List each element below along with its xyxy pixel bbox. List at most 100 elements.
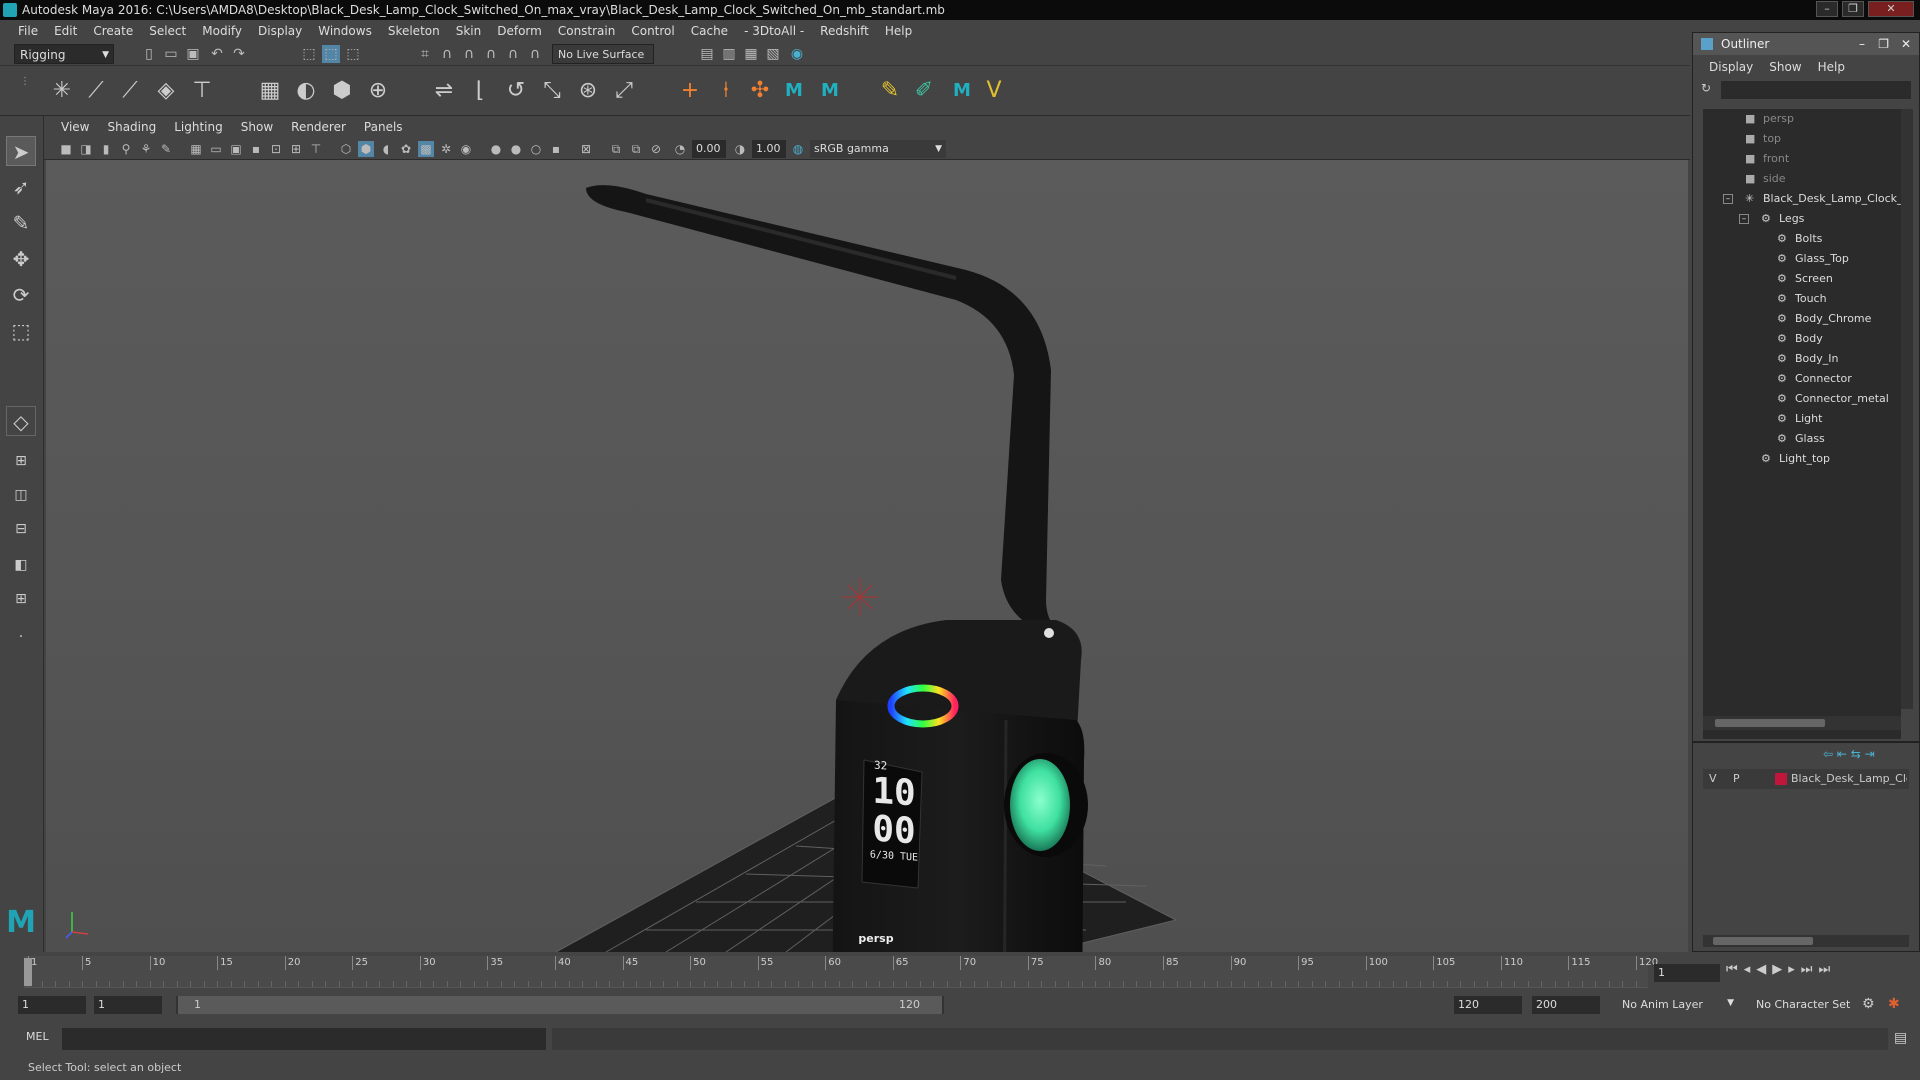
paint-weights-icon[interactable]: ✎ bbox=[876, 74, 904, 108]
screen-ao-icon[interactable]: ◉ bbox=[458, 141, 474, 157]
component-editor-icon[interactable]: ✐ bbox=[910, 74, 938, 108]
pole-vector-icon[interactable]: ⤢ bbox=[610, 74, 638, 108]
grease-pencil-icon[interactable]: ✎ bbox=[158, 141, 174, 157]
snap-curve-icon[interactable]: ∩ bbox=[438, 45, 456, 63]
minimize-button[interactable]: – bbox=[1816, 1, 1838, 17]
xray-icon[interactable]: ⊠ bbox=[578, 141, 594, 157]
render-settings-icon[interactable]: ▤ bbox=[698, 45, 716, 63]
paint-select-icon[interactable]: ✎ bbox=[6, 208, 36, 238]
wireframe-icon[interactable]: ⬡ bbox=[338, 141, 354, 157]
select-component-icon[interactable]: ⬚ bbox=[344, 45, 362, 63]
outliner-maximize-button[interactable]: ❐ bbox=[1878, 33, 1889, 55]
outliner-item[interactable]: ⚙ Glass_Top bbox=[1703, 249, 1901, 269]
depth-of-field-icon[interactable]: ○ bbox=[528, 141, 544, 157]
outliner-filter-input[interactable] bbox=[1721, 81, 1911, 99]
hypershade-icon[interactable]: ◉ bbox=[788, 45, 806, 63]
film-gate-icon[interactable]: ▭ bbox=[208, 141, 224, 157]
menu-create[interactable]: Create bbox=[85, 24, 141, 38]
mirror-joint-icon[interactable]: ◈ bbox=[152, 74, 180, 108]
menu-control[interactable]: Control bbox=[623, 24, 682, 38]
panel-menu-shading[interactable]: Shading bbox=[98, 120, 165, 134]
layer-row[interactable]: V P Black_Desk_Lamp_Cloc bbox=[1703, 769, 1909, 789]
use-lights-icon[interactable]: ▩ bbox=[418, 141, 434, 157]
script-v-icon[interactable]: V bbox=[980, 74, 1008, 108]
range-slider-track[interactable]: 1 120 bbox=[176, 996, 944, 1014]
layer-tools-icon[interactable]: ⇦ ⇤ ⇆ ⇥ bbox=[1823, 747, 1913, 763]
camera-attr-icon[interactable]: ◨ bbox=[78, 141, 94, 157]
cluster-icon[interactable]: ⊕ bbox=[364, 74, 392, 108]
bookmark-icon[interactable]: ▮ bbox=[98, 141, 114, 157]
outliner-menu-display[interactable]: Display bbox=[1701, 60, 1761, 74]
start-time-field[interactable]: 1 bbox=[18, 996, 86, 1014]
outliner-item[interactable]: ✳ – Black_Desk_Lamp_Clock_Sw bbox=[1703, 189, 1901, 209]
outliner-item[interactable]: ■ side bbox=[1703, 169, 1901, 189]
grid-icon[interactable]: ▦ bbox=[188, 141, 204, 157]
maya-script-b-icon[interactable]: M bbox=[816, 74, 844, 108]
maximize-button[interactable]: ❐ bbox=[1842, 1, 1864, 17]
lattice-icon[interactable]: ⬢ bbox=[328, 74, 356, 108]
scroll-thumb[interactable] bbox=[1715, 719, 1825, 727]
select-hierarchy-icon[interactable]: ⬚ bbox=[300, 45, 318, 63]
safe-title-icon[interactable]: ⊤ bbox=[308, 141, 324, 157]
menu-skeleton[interactable]: Skeleton bbox=[380, 24, 448, 38]
outliner-item[interactable]: ⚙ Connector bbox=[1703, 369, 1901, 389]
outliner-item[interactable]: ⚙ Light bbox=[1703, 409, 1901, 429]
outliner-close-button[interactable]: ✕ bbox=[1901, 33, 1911, 55]
layer-playback[interactable]: P bbox=[1733, 769, 1740, 789]
aim-constraint-icon[interactable]: ⊛ bbox=[574, 74, 602, 108]
menu-edit[interactable]: Edit bbox=[46, 24, 85, 38]
lasso-tool-icon[interactable]: ➶ bbox=[6, 172, 36, 202]
menu-modify[interactable]: Modify bbox=[194, 24, 250, 38]
four-view-icon[interactable]: ⊞ bbox=[6, 446, 36, 476]
shelf-options-icon[interactable]: ⋮ bbox=[20, 76, 30, 106]
outliner-item[interactable]: ⚙ Connector_metal bbox=[1703, 389, 1901, 409]
graph-persp-icon[interactable]: ◧ bbox=[6, 550, 36, 580]
field-chart-icon[interactable]: ⊡ bbox=[268, 141, 284, 157]
outliner-item[interactable]: ■ front bbox=[1703, 149, 1901, 169]
move-tool-icon[interactable]: ✥ bbox=[6, 244, 36, 274]
orient-joint-icon[interactable]: ⊤ bbox=[188, 74, 216, 108]
panel-menu-lighting[interactable]: Lighting bbox=[165, 120, 232, 134]
color-space-dropdown[interactable]: sRGB gamma ▼ bbox=[810, 140, 946, 158]
scale-constraint-icon[interactable]: ⤡ bbox=[538, 74, 566, 108]
multisample-icon[interactable]: ● bbox=[508, 141, 524, 157]
more-layouts-icon[interactable]: · bbox=[6, 622, 36, 652]
color-management-icon[interactable]: ◍ bbox=[790, 141, 806, 157]
shadows-icon[interactable]: ✲ bbox=[438, 141, 454, 157]
camera-icon[interactable]: ■ bbox=[58, 141, 74, 157]
outliner-item[interactable]: ⚙ Body bbox=[1703, 329, 1901, 349]
layer-color-swatch[interactable] bbox=[1775, 773, 1787, 785]
outliner-item[interactable]: ⚙ Touch bbox=[1703, 289, 1901, 309]
select-tool-icon[interactable]: ➤ bbox=[6, 136, 36, 166]
command-input[interactable] bbox=[62, 1028, 546, 1050]
menu-display[interactable]: Display bbox=[250, 24, 310, 38]
point-constraint-icon[interactable]: ⌊ bbox=[466, 74, 494, 108]
gate-mask-icon[interactable]: ▪ bbox=[248, 141, 264, 157]
wire-on-shaded-icon[interactable]: ◖ bbox=[378, 141, 394, 157]
playback-start-field[interactable]: 1 bbox=[94, 996, 162, 1014]
safe-action-icon[interactable]: ⊞ bbox=[288, 141, 304, 157]
outliner-menu-help[interactable]: Help bbox=[1810, 60, 1853, 74]
time-ticks[interactable]: 1 5 10 15 20 25 30 35 40 45 50 55 60 65 70 75 80 85 90 95 10… bbox=[24, 956, 1658, 988]
scale-tool-icon[interactable]: ⬚ bbox=[6, 316, 36, 346]
outliner-minimize-button[interactable]: – bbox=[1859, 33, 1865, 55]
menu-help[interactable]: Help bbox=[877, 24, 920, 38]
render-frame-icon[interactable]: ▥ bbox=[720, 45, 738, 63]
menu-3dtoall[interactable]: - 3DtoAll - bbox=[736, 24, 812, 38]
xray-joints-icon[interactable]: ⧉ bbox=[608, 141, 624, 157]
smooth-bind-icon[interactable]: ◐ bbox=[292, 74, 320, 108]
snap-surface-icon[interactable]: ∩ bbox=[504, 45, 522, 63]
scroll-thumb[interactable] bbox=[1713, 937, 1813, 945]
menu-redshift[interactable]: Redshift bbox=[812, 24, 877, 38]
menu-windows[interactable]: Windows bbox=[310, 24, 380, 38]
mel-label[interactable]: MEL bbox=[26, 1030, 56, 1048]
outliner-item[interactable]: ⚙ Body_Chrome bbox=[1703, 309, 1901, 329]
preferences-icon[interactable]: ✱ bbox=[1888, 996, 1908, 1016]
mode-dropdown[interactable]: Rigging ▼ bbox=[14, 44, 114, 64]
joint-tool-icon[interactable]: ✳ bbox=[48, 74, 76, 108]
outliner-persp-icon[interactable]: ⊟ bbox=[6, 514, 36, 544]
parent-constraint-icon[interactable]: ⇌ bbox=[430, 74, 458, 108]
maya-script-c-icon[interactable]: M bbox=[948, 74, 976, 108]
layer-hscrollbar[interactable] bbox=[1703, 935, 1909, 947]
side-by-side-icon[interactable]: ◫ bbox=[6, 480, 36, 510]
